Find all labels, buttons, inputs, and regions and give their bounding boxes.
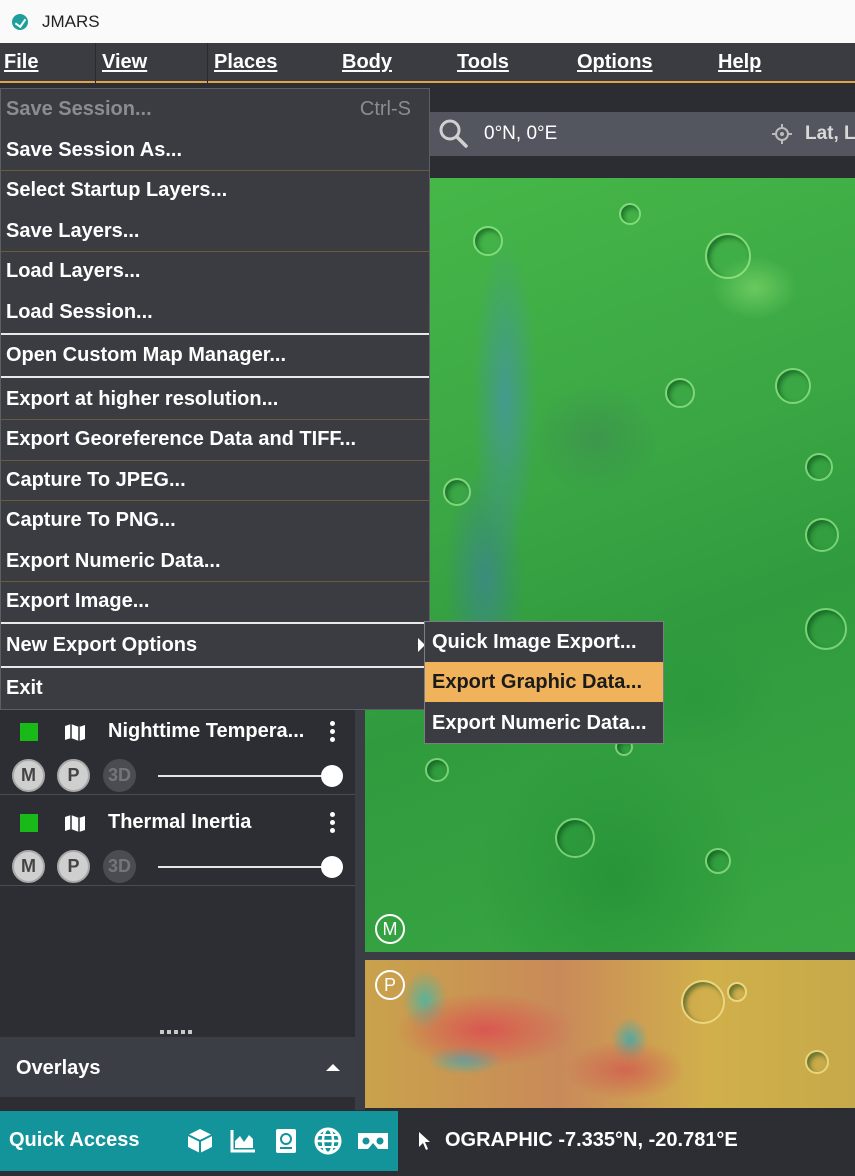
panel-splitter[interactable] [355, 700, 365, 1110]
book-icon[interactable] [272, 1127, 300, 1155]
jmars-app-icon [12, 13, 28, 30]
map-icon [65, 815, 85, 832]
submenu-item-quick-image-export[interactable]: Quick Image Export... [425, 622, 663, 662]
menu-item-capture-png[interactable]: Capture To PNG... [1, 500, 429, 540]
crater [805, 608, 847, 650]
panner-view-badge: P [375, 970, 405, 1000]
crater [665, 378, 695, 408]
location-search-bar: 0°N, 0°E Lat, L [430, 112, 855, 156]
location-input[interactable]: 0°N, 0°E [484, 123, 557, 145]
panner-view-toggle[interactable]: P [57, 850, 90, 883]
layer-name[interactable]: Nighttime Tempera... [108, 720, 304, 743]
menu-separator [207, 43, 208, 83]
menu-help[interactable]: Help [718, 51, 761, 74]
menu-item-load-session[interactable]: Load Session... [1, 292, 429, 332]
3d-view-toggle[interactable]: 3D [103, 759, 136, 792]
overlays-content [0, 1097, 355, 1111]
layer-row[interactable]: Thermal Inertia M P 3D [0, 802, 355, 893]
divider [0, 885, 355, 886]
crater [805, 518, 839, 552]
overlays-header[interactable]: Overlays [0, 1037, 355, 1097]
more-options-icon[interactable] [330, 812, 336, 834]
layer-visibility-toggle[interactable] [20, 814, 38, 832]
menu-item-export-georeference[interactable]: Export Georeference Data and TIFF... [1, 419, 429, 459]
main-view-toggle[interactable]: M [12, 850, 45, 883]
divider [0, 794, 355, 795]
menu-item-export-numeric-data[interactable]: Export Numeric Data... [1, 541, 429, 581]
crater [775, 368, 811, 404]
menu-item-open-custom-map-manager[interactable]: Open Custom Map Manager... [1, 335, 429, 375]
menu-bar: File View Places Body Tools Options Help [0, 43, 855, 83]
file-dropdown-menu: Save Session... Ctrl-S Save Session As..… [0, 88, 430, 710]
crater [425, 758, 449, 782]
menu-item-save-session[interactable]: Save Session... Ctrl-S [1, 89, 429, 129]
crater [681, 980, 725, 1024]
menu-separator [1, 622, 429, 624]
menu-item-capture-jpeg[interactable]: Capture To JPEG... [1, 460, 429, 500]
new-export-options-submenu: Quick Image Export... Export Graphic Dat… [424, 621, 664, 744]
menu-item-save-session-as[interactable]: Save Session As... [1, 130, 429, 170]
title-bar: JMARS [0, 0, 855, 43]
main-view-toggle[interactable]: M [12, 759, 45, 792]
crater [619, 203, 641, 225]
crater [705, 848, 731, 874]
map-splitter[interactable] [360, 952, 855, 960]
map-icon [65, 724, 85, 741]
panner-map-view[interactable]: P [365, 960, 855, 1108]
menu-options[interactable]: Options [577, 51, 653, 74]
crater [727, 982, 747, 1002]
menu-tools[interactable]: Tools [457, 51, 509, 74]
window-title: JMARS [42, 11, 100, 31]
layer-row[interactable]: Nighttime Tempera... M P 3D [0, 711, 355, 802]
menu-body[interactable]: Body [342, 51, 392, 74]
opacity-slider[interactable] [158, 866, 330, 868]
menu-file[interactable]: File [4, 51, 38, 74]
crater [443, 478, 471, 506]
main-map-view[interactable]: M [365, 178, 855, 952]
search-icon[interactable] [438, 118, 468, 148]
chart-icon[interactable] [229, 1127, 257, 1155]
menu-item-save-layers[interactable]: Save Layers... [1, 211, 429, 251]
menu-places[interactable]: Places [214, 51, 277, 74]
crater [705, 233, 751, 279]
crater [805, 453, 833, 481]
menu-item-export-higher-resolution[interactable]: Export at higher resolution... [1, 379, 429, 419]
menu-view[interactable]: View [102, 51, 147, 74]
cursor-icon [419, 1132, 430, 1150]
crater [555, 818, 595, 858]
latlon-format-label[interactable]: Lat, L [805, 123, 855, 145]
menu-item-select-startup-layers[interactable]: Select Startup Layers... [1, 170, 429, 210]
collapse-arrow-icon[interactable] [326, 1064, 340, 1071]
menu-item-export-image[interactable]: Export Image... [1, 581, 429, 621]
globe-icon[interactable] [314, 1127, 342, 1155]
menu-separator [1, 376, 429, 378]
resize-grip-icon[interactable] [160, 1030, 196, 1036]
more-options-icon[interactable] [330, 721, 336, 743]
3d-view-toggle[interactable]: 3D [103, 850, 136, 883]
menu-item-exit[interactable]: Exit [1, 668, 429, 708]
vr-headset-icon[interactable] [356, 1127, 390, 1155]
opacity-slider[interactable] [158, 775, 330, 777]
cube-icon[interactable] [186, 1127, 214, 1155]
status-bar: Quick Access OGRAPHIC -7.335°N, -20.781°… [0, 1111, 855, 1176]
submenu-item-export-numeric-data[interactable]: Export Numeric Data... [425, 703, 663, 743]
layer-visibility-toggle[interactable] [20, 723, 38, 741]
crater [805, 1050, 829, 1074]
overlays-label: Overlays [16, 1057, 101, 1079]
opacity-slider-thumb[interactable] [321, 856, 343, 878]
quick-access-bar: Quick Access [0, 1111, 398, 1171]
cursor-coordinates: OGRAPHIC -7.335°N, -20.781°E [445, 1129, 738, 1151]
shortcut-label: Ctrl-S [359, 98, 411, 120]
panner-view-toggle[interactable]: P [57, 759, 90, 792]
submenu-item-export-graphic-data[interactable]: Export Graphic Data... [425, 662, 663, 702]
crosshair-icon[interactable] [772, 124, 792, 144]
menu-item-load-layers[interactable]: Load Layers... [1, 251, 429, 291]
main-view-badge: M [375, 914, 405, 944]
quick-access-label: Quick Access [9, 1129, 140, 1151]
crater [473, 226, 503, 256]
layer-name[interactable]: Thermal Inertia [108, 811, 251, 834]
menu-item-new-export-options[interactable]: New Export Options [1, 625, 429, 665]
menu-separator [95, 43, 96, 83]
opacity-slider-thumb[interactable] [321, 765, 343, 787]
